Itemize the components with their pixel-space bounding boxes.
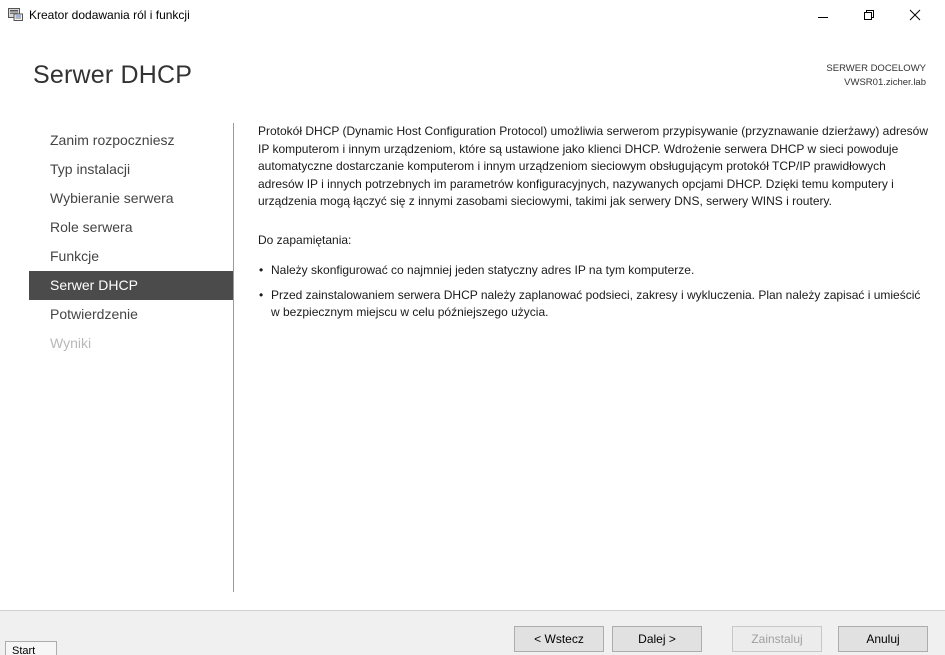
nav-item-dhcp-server[interactable]: Serwer DHCP <box>29 271 233 300</box>
nav-item-confirmation[interactable]: Potwierdzenie <box>29 300 233 329</box>
install-button: Zainstaluj <box>732 626 822 652</box>
bullet-icon: • <box>259 287 264 302</box>
nav-item-installation-type[interactable]: Typ instalacji <box>29 155 233 184</box>
nav-item-server-selection[interactable]: Wybieranie serwera <box>29 184 233 213</box>
page-title: Serwer DHCP <box>33 61 193 89</box>
wizard-steps-nav: Zanim rozpoczniesz Typ instalacji Wybier… <box>29 126 233 358</box>
window-title: Kreator dodawania ról i funkcji <box>29 8 190 22</box>
nav-item-server-roles[interactable]: Role serwera <box>29 213 233 242</box>
remember-list: • Należy skonfigurować co najmniej jeden… <box>258 262 930 322</box>
nav-item-before-you-begin[interactable]: Zanim rozpoczniesz <box>29 126 233 155</box>
title-bar: Kreator dodawania ról i funkcji <box>0 0 945 30</box>
list-item-text: Należy skonfigurować co najmniej jeden s… <box>271 263 695 277</box>
minimize-button[interactable] <box>800 0 846 30</box>
list-item: • Przed zainstalowaniem serwera DHCP nal… <box>258 287 930 322</box>
add-roles-wizard-window: Kreator dodawania ról i funkcji Serwer D… <box>0 0 945 655</box>
nav-divider <box>233 123 234 592</box>
bullet-icon: • <box>259 263 264 277</box>
dhcp-description: Protokół DHCP (Dynamic Host Configuratio… <box>258 124 929 208</box>
next-button[interactable]: Dalej > <box>612 626 702 652</box>
nav-item-features[interactable]: Funkcje <box>29 242 233 271</box>
remember-heading: Do zapamiętania: <box>258 232 352 247</box>
cancel-button[interactable]: Anuluj <box>838 626 928 652</box>
list-item-text: Przed zainstalowaniem serwera DHCP należ… <box>271 287 921 320</box>
destination-server-label: SERWER DOCELOWY <box>826 63 926 74</box>
destination-server-name: VWSR01.zicher.lab <box>844 77 926 88</box>
server-manager-icon <box>8 8 23 21</box>
maximize-button[interactable] <box>846 0 892 30</box>
close-icon <box>909 9 921 21</box>
back-button[interactable]: < Wstecz <box>514 626 604 652</box>
nav-item-results: Wyniki <box>50 335 92 351</box>
list-item: • Należy skonfigurować co najmniej jeden… <box>258 262 930 280</box>
content-pane: Protokół DHCP (Dynamic Host Configuratio… <box>258 123 930 329</box>
start-button[interactable]: Start <box>5 641 57 655</box>
maximize-icon <box>864 10 874 20</box>
close-button[interactable] <box>892 0 938 30</box>
minimize-icon <box>818 17 828 18</box>
